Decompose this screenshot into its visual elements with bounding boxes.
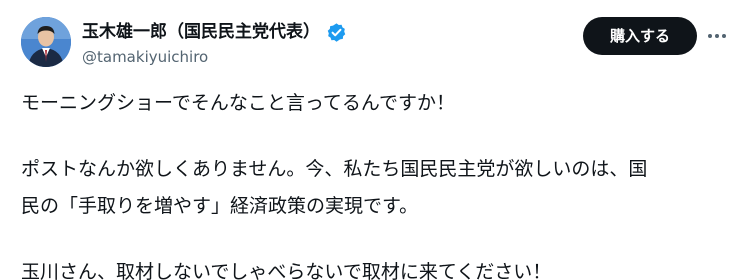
more-dot <box>722 34 726 38</box>
tweet-line: モーニングショーでそんなこと言ってるんですか！ <box>21 92 455 114</box>
handle[interactable]: @tamakiyuichiro <box>82 46 347 68</box>
verified-badge-icon <box>326 22 347 43</box>
tweet-line: 玉川さん、取材しないでしゃべらないで取材に来てください！ <box>21 261 552 280</box>
subscribe-button[interactable]: 購入する <box>583 17 697 55</box>
more-dot <box>708 34 712 38</box>
display-name[interactable]: 玉木雄一郎（国民民主党代表） <box>82 20 320 44</box>
author-info: 玉木雄一郎（国民民主党代表） @tamakiyuichiro <box>82 20 347 68</box>
tweet-text: モーニングショーでそんなこと言ってるんですか！ ポストなんか欲しくありません。今… <box>21 85 721 280</box>
tweet-line: ポストなんか欲しくありません。今、私たち国民民主党が欲しいのは、国 <box>21 158 648 180</box>
avatar[interactable] <box>21 17 71 67</box>
name-row: 玉木雄一郎（国民民主党代表） <box>82 20 347 44</box>
more-horizontal-icon[interactable] <box>703 26 731 46</box>
tweet-card: 玉木雄一郎（国民民主党代表） @tamakiyuichiro 購入する モーニン… <box>0 0 737 280</box>
tweet-line: 民の「手取りを増やす」経済政策の実現です。 <box>21 195 419 217</box>
more-dot <box>715 34 719 38</box>
